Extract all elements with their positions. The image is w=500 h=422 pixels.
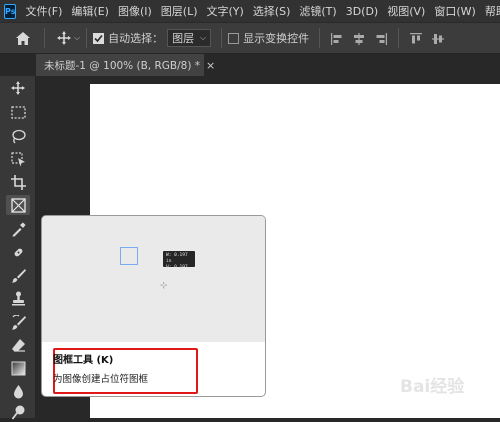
eraser-icon[interactable]: [6, 335, 30, 355]
menu-3d[interactable]: 3D(D): [346, 5, 379, 18]
chevron-down-icon: ⌵: [74, 33, 81, 42]
divider: [44, 28, 45, 48]
menu-window[interactable]: 窗口(W): [434, 3, 475, 19]
menu-help[interactable]: 帮助(H): [485, 3, 500, 19]
align-right-icon[interactable]: [374, 31, 388, 45]
auto-select-label: 自动选择：: [108, 32, 164, 45]
close-icon[interactable]: ×: [206, 59, 215, 72]
divider: [319, 28, 321, 48]
document-tab[interactable]: 未标题-1 @ 100% (B, RGB/8) * ×: [36, 54, 215, 76]
align-top-icon[interactable]: [409, 31, 423, 45]
size-readout-width: W: 0.197 in: [166, 253, 188, 264]
options-bar: ⌵ 自动选择： 图层 ⌵ 显示变换控件: [0, 22, 500, 54]
photoshop-logo: Ps: [4, 3, 17, 19]
tools-panel: ››: [0, 54, 36, 420]
healing-brush-icon[interactable]: [6, 242, 30, 262]
align-left-icon[interactable]: [330, 31, 344, 45]
menu-type[interactable]: 文字(Y): [207, 3, 244, 19]
menu-file[interactable]: 文件(F): [25, 3, 62, 19]
lasso-icon[interactable]: [6, 126, 30, 146]
menu-select[interactable]: 选择(S): [253, 3, 291, 19]
show-transform-controls-checkbox[interactable]: [228, 32, 240, 44]
marquee-icon[interactable]: [6, 102, 30, 122]
align-vertical-center-icon[interactable]: [431, 31, 445, 45]
size-readout-height: H: 0.197 in: [166, 265, 188, 276]
move-tool-preset-icon[interactable]: ⌵: [57, 31, 80, 45]
tooltip-preview: W: 0.197 in H: 0.197 in ⊹: [42, 216, 265, 342]
document-tab-bar: 未标题-1 @ 100% (B, RGB/8) * ×: [0, 54, 500, 76]
size-readout: W: 0.197 in H: 0.197 in: [163, 251, 195, 276]
divider: [398, 28, 400, 48]
move-icon[interactable]: [6, 78, 30, 98]
tooltip-description: 为图像创建占位符图框: [53, 374, 149, 385]
object-select-icon[interactable]: [6, 149, 30, 169]
menu-view[interactable]: 视图(V): [387, 3, 425, 19]
blur-icon[interactable]: [6, 381, 30, 401]
tooltip-title: 图框工具 (K): [53, 355, 114, 366]
menu-image[interactable]: 图像(I): [118, 3, 152, 19]
align-horizontal-center-icon[interactable]: [352, 31, 366, 45]
frame-preview-rectangle: [120, 247, 138, 265]
auto-select-target-dropdown[interactable]: 图层 ⌵: [167, 29, 212, 47]
menu-layer[interactable]: 图层(L): [161, 3, 198, 19]
watermark: Bai经验: [400, 377, 465, 397]
crosshair-icon: ⊹: [160, 281, 168, 291]
brush-icon[interactable]: [6, 265, 30, 285]
tool-tooltip: W: 0.197 in H: 0.197 in ⊹ 图框工具 (K) 为图像创建…: [41, 215, 266, 397]
menu-filter[interactable]: 滤镜(T): [299, 3, 336, 19]
frame-icon[interactable]: [6, 195, 30, 215]
eyedropper-icon[interactable]: [6, 219, 30, 239]
divider: [221, 28, 223, 48]
home-icon[interactable]: [16, 31, 30, 45]
dodge-icon[interactable]: [6, 402, 30, 422]
crop-icon[interactable]: [6, 172, 30, 192]
chevron-down-icon: ⌵: [200, 33, 207, 42]
document-tab-title: 未标题-1 @ 100% (B, RGB/8) *: [44, 59, 201, 72]
menu-bar: Ps 文件(F) 编辑(E) 图像(I) 图层(L) 文字(Y) 选择(S) 滤…: [0, 0, 500, 22]
show-transform-controls-label: 显示变换控件: [243, 32, 310, 45]
divider: [86, 28, 88, 48]
stamp-icon[interactable]: [6, 288, 30, 308]
auto-select-target-value: 图层: [172, 32, 195, 45]
auto-select-checkbox[interactable]: [93, 32, 105, 44]
menu-edit[interactable]: 编辑(E): [71, 3, 109, 19]
gradient-icon[interactable]: [6, 358, 30, 378]
history-brush-icon[interactable]: [6, 312, 30, 332]
